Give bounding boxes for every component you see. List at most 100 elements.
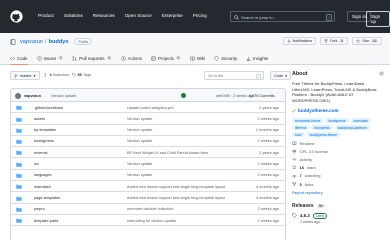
go-to-file-input[interactable]: Go to file t bbox=[204, 71, 264, 80]
file-name-link[interactable]: .github/workflows bbox=[34, 106, 63, 110]
folder-icon bbox=[16, 219, 22, 224]
commit-message-link[interactable]: Version update bbox=[127, 162, 152, 166]
pulse-icon bbox=[292, 157, 297, 162]
avatar[interactable] bbox=[15, 92, 21, 99]
topic-tag[interactable]: wordpress-theme bbox=[292, 118, 324, 124]
commit-author[interactable]: vapvarun bbox=[24, 94, 41, 98]
report-repository-link[interactable]: Report repository bbox=[292, 190, 384, 195]
commit-message-link[interactable]: Version update bbox=[127, 117, 152, 121]
readme-link[interactable]: Readme bbox=[292, 141, 384, 146]
repo-icon bbox=[10, 38, 16, 45]
latest-release[interactable]: 4.6.2 Latest bbox=[292, 212, 384, 219]
commit-message-link[interactable]: BP Next Widget UI and Child Parent Aware… bbox=[127, 151, 208, 155]
branch-name: master bbox=[20, 73, 32, 78]
nav-product[interactable]: Product bbox=[38, 13, 54, 18]
nav-solutions[interactable]: Solutions bbox=[64, 13, 83, 18]
tags-label: Tags bbox=[83, 73, 92, 77]
topic-tag[interactable]: buddyboss-platform bbox=[334, 125, 370, 131]
tab-issues[interactable]: Issues 2 bbox=[36, 52, 64, 64]
file-list: .github/workflows Update coded analytics.… bbox=[11, 102, 285, 227]
repo-owner-link[interactable]: vapvarun bbox=[20, 39, 43, 45]
tab-security-label: Security bbox=[221, 55, 238, 61]
latest-commit-row: vapvarun Version update a9e00f8 · 2 week… bbox=[11, 89, 285, 102]
commit-message-link[interactable]: Added new lesson support and single blog… bbox=[127, 196, 225, 200]
topic-tag[interactable]: lifterlms bbox=[292, 125, 310, 131]
nav-resources[interactable]: Resources bbox=[93, 13, 115, 18]
star-icon bbox=[356, 39, 361, 43]
file-name-link[interactable]: page-templates bbox=[34, 196, 60, 200]
topic-tag[interactable]: buddypress bbox=[325, 118, 349, 124]
branches-link[interactable]: 4 Branches bbox=[44, 73, 69, 77]
table-row: assets Version update 2 weeks ago bbox=[11, 113, 285, 125]
commit-message-link[interactable]: Version update bbox=[127, 139, 152, 143]
table-row: buddypress Version update 2 weeks ago bbox=[11, 136, 285, 148]
stars-link[interactable]: 16 stars bbox=[292, 165, 384, 170]
book-icon bbox=[190, 56, 195, 60]
file-name-link[interactable]: template-parts bbox=[34, 219, 58, 223]
tab-code[interactable]: Code bbox=[10, 52, 28, 66]
visibility-badge: Public bbox=[74, 38, 93, 45]
tab-code-label: Code bbox=[17, 55, 28, 61]
table-row: template-parts restructing for version up… bbox=[11, 215, 285, 227]
tab-security[interactable]: Security bbox=[214, 52, 237, 64]
check-status-icon[interactable] bbox=[181, 92, 186, 98]
topic-tag[interactable]: learnpress bbox=[311, 125, 333, 131]
tags-count: 55 bbox=[77, 73, 82, 77]
nav-pricing[interactable]: Pricing bbox=[193, 13, 207, 18]
topic-tag[interactable]: tutor bbox=[292, 132, 305, 138]
table-row: inc Version update 2 weeks ago bbox=[11, 158, 285, 170]
repo-separator: / bbox=[45, 38, 47, 45]
link-icon bbox=[292, 109, 296, 113]
tags-link[interactable]: 55 Tags bbox=[72, 73, 91, 77]
sign-up-button[interactable]: Sign up bbox=[366, 11, 390, 27]
commit-date: 2 years ago bbox=[259, 150, 279, 155]
github-logo-icon[interactable] bbox=[10, 10, 23, 23]
tab-insights[interactable]: Insights bbox=[246, 52, 268, 64]
tab-actions[interactable]: Actions bbox=[120, 52, 142, 64]
fork-button[interactable]: Fork 5 bbox=[320, 37, 349, 45]
topic-tag[interactable]: buddypress-theme bbox=[306, 132, 340, 138]
fork-icon bbox=[324, 39, 328, 43]
tab-wiki-label: Wiki bbox=[196, 55, 206, 61]
releases-heading[interactable]: Releases 56 bbox=[292, 203, 384, 209]
file-name-link[interactable]: inc bbox=[34, 162, 39, 166]
notifications-button[interactable]: Notifications bbox=[282, 37, 317, 45]
tab-projects[interactable]: Projects 0 bbox=[151, 52, 181, 64]
nav-open-source[interactable]: Open Source bbox=[125, 13, 152, 18]
global-search-input[interactable]: Search or jump to... / bbox=[230, 11, 335, 22]
search-placeholder: Search or jump to... bbox=[241, 14, 276, 20]
commit-message-link[interactable]: Version update bbox=[127, 173, 152, 177]
license-link[interactable]: GPL-3.0 license bbox=[292, 149, 384, 154]
watching-link[interactable]: 7 watching bbox=[292, 173, 384, 178]
file-name-link[interactable]: bp-templates bbox=[34, 128, 56, 132]
commit-message-link[interactable]: Added new lesson support and single blog… bbox=[127, 185, 225, 189]
code-dropdown-button[interactable]: Code ▾ bbox=[270, 71, 291, 80]
tab-wiki[interactable]: Wiki bbox=[190, 52, 205, 64]
file-name-link[interactable]: pmpro bbox=[34, 207, 45, 211]
file-name-link[interactable]: assets bbox=[34, 117, 45, 121]
commit-message-link[interactable]: restructing for version update bbox=[127, 219, 176, 223]
commit-message[interactable]: Version update bbox=[51, 94, 76, 98]
branch-icon bbox=[14, 73, 18, 78]
website-link[interactable]: buddyxtheme.com bbox=[292, 108, 384, 113]
repo-name-link[interactable]: buddyx bbox=[49, 39, 69, 45]
file-name-link[interactable]: external bbox=[34, 151, 48, 155]
star-button[interactable]: Star 16 bbox=[352, 37, 382, 45]
fork-icon bbox=[292, 181, 297, 187]
topic-tag[interactable]: learndash bbox=[350, 118, 371, 124]
commits-count-link[interactable]: 1,076 Commits bbox=[249, 94, 275, 98]
commit-message-link[interactable]: onrender variable collection bbox=[127, 207, 173, 211]
folder-icon bbox=[16, 128, 22, 133]
activity-link[interactable]: Activity bbox=[292, 157, 384, 162]
forks-link[interactable]: 5 forks bbox=[292, 182, 384, 187]
about-sidebar: About Free Theme for BuddyPress, LearnDa… bbox=[292, 71, 384, 224]
file-name-link[interactable]: learndash bbox=[34, 185, 51, 189]
file-name-link[interactable]: languages bbox=[34, 173, 52, 177]
tab-pull-requests[interactable]: Pull requests 0 bbox=[72, 52, 112, 64]
commit-message-link[interactable]: Update coded analytics.yml bbox=[127, 106, 173, 110]
repo-actions: Notifications Fork 5 Star 16 bbox=[282, 37, 382, 45]
branch-select[interactable]: master ▾ bbox=[10, 71, 40, 80]
nav-enterprise[interactable]: Enterprise bbox=[162, 13, 183, 18]
commit-message-link[interactable]: Version update bbox=[127, 128, 152, 132]
file-name-link[interactable]: buddypress bbox=[34, 139, 54, 143]
